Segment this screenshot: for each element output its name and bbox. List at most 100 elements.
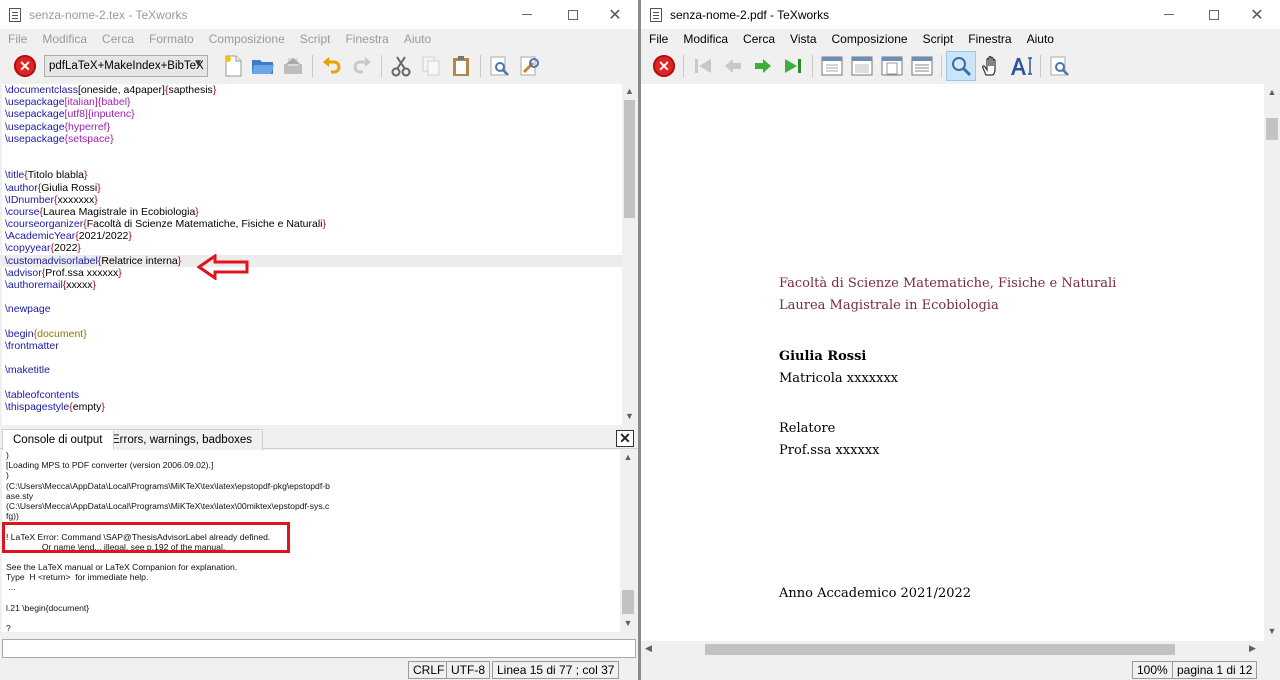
editor-line[interactable]: \documentclass[oneside, a4paper]{sapthes… (2, 84, 622, 96)
editor-line[interactable]: \begin{document} (2, 328, 622, 340)
editor-line[interactable] (2, 377, 622, 389)
editor-line[interactable]: \courseorganizer{Facoltà di Scienze Mate… (2, 218, 622, 230)
stop-typeset-button[interactable]: ✕ (10, 51, 40, 81)
previous-page-button[interactable] (718, 51, 748, 81)
menu-finestra[interactable]: Finestra (337, 32, 395, 46)
editor-line[interactable]: \maketitle (2, 364, 622, 376)
scroll-down-icon[interactable]: ▼ (620, 618, 636, 628)
pdf-vscroll-thumb[interactable] (1266, 118, 1278, 140)
tab-errors-warnings[interactable]: Errors, warnings, badboxes (101, 429, 263, 450)
redo-button[interactable] (347, 51, 377, 81)
scroll-up-icon[interactable]: ▲ (1264, 87, 1280, 97)
typeset-engine-select[interactable]: pdfLaTeX+MakeIndex+BibTeX ▼ (44, 55, 208, 77)
editor-line[interactable]: \usepackage{setspace} (2, 133, 622, 145)
console-scrollbar[interactable]: ▲ ▼ (620, 450, 636, 632)
scroll-up-icon[interactable]: ▲ (622, 86, 637, 96)
editor-scroll-thumb[interactable] (624, 100, 635, 218)
editor-line[interactable] (2, 291, 622, 303)
editor-line[interactable]: \thispagestyle{empty} (2, 401, 622, 413)
menu-aiuto[interactable]: Aiuto (1019, 32, 1061, 46)
editor-line[interactable] (2, 157, 622, 169)
pdf-find-button[interactable] (1045, 51, 1075, 81)
editor-line[interactable]: \course{Laurea Magistrale in Ecobiologia… (2, 206, 622, 218)
magnify-tool-button[interactable] (946, 51, 976, 81)
pdf-horizontal-scrollbar[interactable]: ◀ ▶ (641, 641, 1264, 658)
menu-file[interactable]: File (0, 32, 34, 46)
actual-size-button[interactable] (817, 51, 847, 81)
editor-scrollbar[interactable]: ▲ ▼ (622, 84, 637, 425)
pdf-vertical-scrollbar[interactable]: ▲ ▼ (1264, 84, 1280, 641)
scroll-right-icon[interactable]: ▶ (1249, 643, 1256, 654)
page-indicator[interactable]: pagina 1 di 12 (1172, 661, 1258, 679)
editor-line[interactable]: \newpage (2, 303, 622, 315)
close-panel-button[interactable]: ✕ (616, 430, 634, 447)
scroll-down-icon[interactable]: ▼ (1264, 626, 1280, 636)
menu-cerca[interactable]: Cerca (94, 32, 141, 46)
next-page-button[interactable] (748, 51, 778, 81)
replace-button[interactable] (515, 51, 545, 81)
menu-modifica[interactable]: Modifica (675, 32, 735, 46)
menu-vista[interactable]: Vista (782, 32, 823, 46)
editor-line[interactable]: \customadvisorlabel{Relatrice interna} (2, 254, 622, 267)
fit-width-button[interactable] (847, 51, 877, 81)
pdf-titlebar[interactable]: senza-nome-2.pdf - TeXworks ✕ (641, 0, 1280, 29)
editor-line[interactable]: \IDnumber{xxxxxxx} (2, 194, 622, 206)
maximize-button[interactable] (550, 0, 596, 29)
maximize-button[interactable] (1191, 0, 1237, 29)
save-button[interactable] (278, 51, 308, 81)
menu-finestra[interactable]: Finestra (960, 32, 1018, 46)
undo-button[interactable] (317, 51, 347, 81)
fit-window-button[interactable] (877, 51, 907, 81)
editor-line[interactable]: \advisor{Prof.ssa xxxxxx} (2, 267, 622, 279)
close-window-button[interactable]: ✕ (1234, 0, 1280, 29)
cut-button[interactable] (386, 51, 416, 81)
new-document-button[interactable] (218, 51, 248, 81)
editor-line[interactable]: \title{Titolo blabla} (2, 169, 622, 181)
menu-script[interactable]: Script (292, 32, 338, 46)
editor-line[interactable] (2, 316, 622, 328)
menu-composizione[interactable]: Composizione (824, 32, 915, 46)
open-file-button[interactable] (248, 51, 278, 81)
menu-modifica[interactable]: Modifica (34, 32, 94, 46)
minimize-button[interactable] (504, 0, 550, 29)
scroll-down-icon[interactable]: ▼ (622, 411, 637, 421)
editor-line[interactable] (2, 352, 622, 364)
editor-line[interactable]: \AcademicYear{2021/2022} (2, 230, 622, 242)
editor-line[interactable]: \authoremail{xxxxx} (2, 279, 622, 291)
paste-button[interactable] (446, 51, 476, 81)
tab-console-output[interactable]: Console di output (2, 429, 114, 450)
scroll-tool-button[interactable] (976, 51, 1006, 81)
editor-line[interactable]: \usepackage[utf8]{inputenc} (2, 108, 622, 120)
close-window-button[interactable]: ✕ (592, 0, 638, 29)
minimize-button[interactable] (1146, 0, 1192, 29)
editor-line[interactable]: \copyyear{2022} (2, 242, 622, 254)
menu-formato[interactable]: Formato (141, 32, 201, 46)
scroll-up-icon[interactable]: ▲ (620, 452, 636, 462)
menu-script[interactable]: Script (915, 32, 961, 46)
stop-typeset-button[interactable]: ✕ (649, 51, 679, 81)
scroll-left-icon[interactable]: ◀ (645, 643, 652, 654)
source-editor[interactable]: \documentclass[oneside, a4paper]{sapthes… (2, 84, 622, 425)
editor-titlebar[interactable]: senza-nome-2.tex - TeXworks ✕ (0, 0, 638, 29)
menu-file[interactable]: File (641, 32, 675, 46)
editor-line[interactable]: \tableofcontents (2, 389, 622, 401)
editor-line[interactable]: \author{Giulia Rossi} (2, 182, 622, 194)
copy-button[interactable] (416, 51, 446, 81)
editor-line[interactable] (2, 145, 622, 157)
line-ending-indicator[interactable]: CRLF (408, 661, 450, 679)
editor-line[interactable]: \usepackage{hyperref} (2, 121, 622, 133)
menu-aiuto[interactable]: Aiuto (396, 32, 438, 46)
last-page-button[interactable] (778, 51, 808, 81)
console-scroll-thumb[interactable] (622, 590, 634, 614)
editor-line[interactable]: \usepackage[italian]{babel} (2, 96, 622, 108)
cursor-position-indicator[interactable]: Linea 15 di 77 ; col 37 (492, 661, 620, 679)
zoom-indicator[interactable]: 100% (1132, 661, 1173, 679)
menu-cerca[interactable]: Cerca (735, 32, 782, 46)
console-input-field[interactable] (2, 639, 636, 658)
pdf-preview[interactable]: Facoltà di Scienze Matematiche, Fisiche … (641, 84, 1264, 641)
menu-composizione[interactable]: Composizione (201, 32, 292, 46)
find-button[interactable] (485, 51, 515, 81)
pdf-hscroll-thumb[interactable] (705, 644, 1175, 655)
fit-content-button[interactable] (907, 51, 937, 81)
select-text-tool-button[interactable] (1006, 51, 1036, 81)
